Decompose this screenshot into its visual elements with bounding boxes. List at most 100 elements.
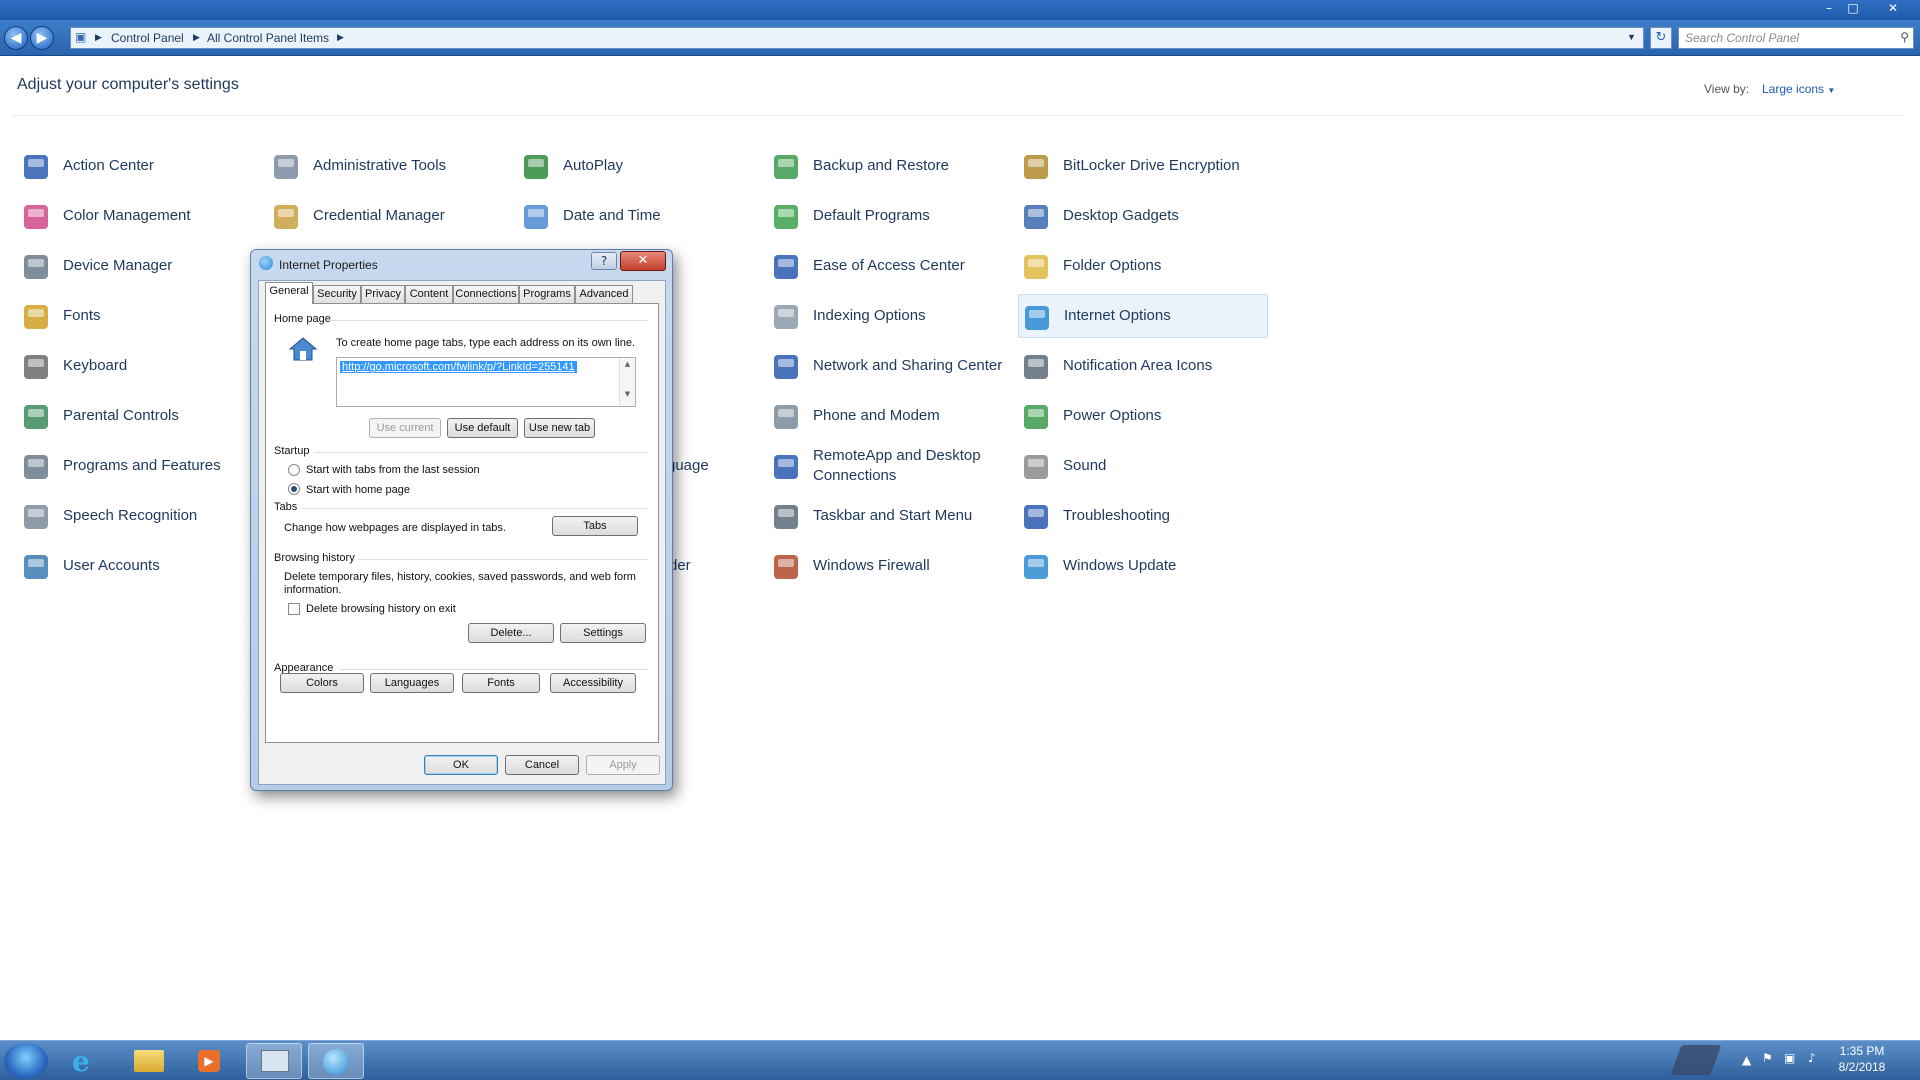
partial-item-label[interactable]: guage [667, 457, 709, 474]
group-divider [358, 559, 648, 560]
address-bar[interactable]: ▣ ▶ Control Panel ▶ All Control Panel It… [70, 27, 1644, 49]
tab-general[interactable]: General [265, 282, 313, 304]
cp-item-windows-firewall[interactable]: Windows Firewall [768, 544, 1018, 588]
cp-item-fonts[interactable]: Fonts [18, 294, 268, 338]
view-by-dropdown[interactable]: Large icons ▼ [1762, 82, 1835, 96]
search-input[interactable]: Search Control Panel ⚲ [1678, 27, 1914, 49]
home-page-textarea[interactable]: http://go.microsoft.com/fwlink/p/?LinkId… [336, 357, 636, 407]
taskbar-media-player[interactable]: ▶ [182, 1043, 238, 1079]
cp-item-date-and-time[interactable]: Date and Time [518, 194, 768, 238]
breadcrumb-control-panel[interactable]: Control Panel [111, 31, 184, 45]
startup-home-page-radio[interactable] [288, 483, 300, 495]
cp-item-action-center[interactable]: Action Center [18, 144, 268, 188]
cp-item-administrative-tools[interactable]: Administrative Tools [268, 144, 518, 188]
use-new-tab-button[interactable]: Use new tab [524, 418, 595, 438]
cp-item-color-management[interactable]: Color Management [18, 194, 268, 238]
network-icon[interactable]: ▣ [1784, 1051, 1795, 1065]
dropdown-arrow-icon[interactable]: ▼ [1627, 32, 1636, 42]
cp-item-speech-recognition[interactable]: Speech Recognition [18, 494, 268, 538]
search-placeholder: Search Control Panel [1685, 31, 1800, 45]
accessibility-button[interactable]: Accessibility [550, 673, 636, 693]
cp-item-credential-manager[interactable]: Credential Manager [268, 194, 518, 238]
cancel-button[interactable]: Cancel [505, 755, 579, 775]
cp-item-internet-options[interactable]: Internet Options [1018, 294, 1268, 338]
startup-last-session-radio[interactable] [288, 464, 300, 476]
tab-connections[interactable]: Connections [453, 285, 519, 303]
taskbar-internet-explorer[interactable]: e [58, 1043, 114, 1079]
calendar-icon [520, 201, 552, 233]
refresh-button[interactable]: ↻ [1650, 27, 1672, 49]
chevron-right-icon[interactable]: ▶ [95, 32, 102, 43]
cp-item-windows-update[interactable]: Windows Update [1018, 544, 1268, 588]
cp-item-programs-and-features[interactable]: Programs and Features [18, 444, 268, 488]
home-page-group-label: Home page [274, 313, 331, 325]
cp-item-backup-and-restore[interactable]: Backup and Restore [768, 144, 1018, 188]
start-button[interactable] [4, 1043, 48, 1079]
device-manager-icon [20, 251, 52, 283]
taskbar-internet-properties[interactable] [308, 1043, 364, 1079]
use-default-button[interactable]: Use default [447, 418, 518, 438]
cp-item-sound[interactable]: Sound [1018, 444, 1268, 488]
cp-item-power-options[interactable]: Power Options [1018, 394, 1268, 438]
textarea-scrollbar[interactable]: ▲ ▼ [619, 358, 635, 406]
languages-button[interactable]: Languages [370, 673, 454, 693]
font-icon [20, 301, 52, 333]
chevron-right-icon[interactable]: ▶ [193, 32, 200, 43]
volume-icon[interactable]: ♪ [1808, 1051, 1816, 1065]
ok-button[interactable]: OK [424, 755, 498, 775]
forward-button[interactable]: ▶ [30, 26, 54, 50]
fonts-button[interactable]: Fonts [462, 673, 540, 693]
cp-item-remoteapp-and-desktop-connections[interactable]: RemoteApp and Desktop Connections [768, 444, 1018, 488]
show-hidden-icons-icon[interactable]: ▲ [1742, 1053, 1751, 1067]
update-icon [1020, 551, 1052, 583]
tabs-settings-button[interactable]: Tabs [552, 516, 638, 536]
tab-programs[interactable]: Programs [519, 285, 575, 303]
search-icon[interactable]: ⚲ [1900, 30, 1909, 44]
colors-button[interactable]: Colors [280, 673, 364, 693]
cp-item-taskbar-and-start-menu[interactable]: Taskbar and Start Menu [768, 494, 1018, 538]
breadcrumb-all-items[interactable]: All Control Panel Items [207, 31, 329, 45]
cp-item-autoplay[interactable]: AutoPlay [518, 144, 768, 188]
cp-item-user-accounts[interactable]: User Accounts [18, 544, 268, 588]
taskbar-explorer[interactable] [122, 1043, 178, 1079]
tab-security[interactable]: Security [313, 285, 361, 303]
delete-history-button[interactable]: Delete... [468, 623, 554, 643]
cp-item-folder-options[interactable]: Folder Options [1018, 244, 1268, 288]
minimize-button[interactable]: – [1818, 1, 1840, 15]
cp-item-keyboard[interactable]: Keyboard [18, 344, 268, 388]
apply-button[interactable]: Apply [586, 755, 660, 775]
history-settings-button[interactable]: Settings [560, 623, 646, 643]
clock-date[interactable]: 8/2/2018 [1826, 1060, 1898, 1074]
group-divider [328, 320, 648, 321]
cp-item-bitlocker-drive-encryption[interactable]: BitLocker Drive Encryption [1018, 144, 1268, 188]
tab-privacy[interactable]: Privacy [361, 285, 405, 303]
startup-last-session-label[interactable]: Start with tabs from the last session [306, 464, 480, 477]
cp-item-ease-of-access-center[interactable]: Ease of Access Center [768, 244, 1018, 288]
cp-item-troubleshooting[interactable]: Troubleshooting [1018, 494, 1268, 538]
cp-item-indexing-options[interactable]: Indexing Options [768, 294, 1018, 338]
chevron-right-icon[interactable]: ▶ [337, 32, 344, 43]
help-button[interactable]: ? [591, 252, 617, 270]
cp-item-network-and-sharing-center[interactable]: Network and Sharing Center [768, 344, 1018, 388]
cp-item-default-programs[interactable]: Default Programs [768, 194, 1018, 238]
maximize-button[interactable]: □ [1842, 1, 1864, 15]
dialog-close-button[interactable]: ✕ [620, 251, 666, 271]
delete-on-exit-checkbox[interactable] [288, 603, 300, 615]
clock-time[interactable]: 1:35 PM [1826, 1044, 1898, 1058]
tab-advanced[interactable]: Advanced [575, 285, 633, 303]
taskbar-control-panel[interactable] [246, 1043, 302, 1079]
cp-item-device-manager[interactable]: Device Manager [18, 244, 268, 288]
tab-content[interactable]: Content [405, 285, 453, 303]
cp-item-notification-area-icons[interactable]: Notification Area Icons [1018, 344, 1268, 388]
action-center-flag-icon[interactable]: ⚑ [1762, 1051, 1773, 1065]
cp-item-label: User Accounts [63, 557, 160, 574]
cp-item-parental-controls[interactable]: Parental Controls [18, 394, 268, 438]
delete-on-exit-label[interactable]: Delete browsing history on exit [306, 603, 456, 616]
cp-item-phone-and-modem[interactable]: Phone and Modem [768, 394, 1018, 438]
internet-explorer-icon: e [72, 1045, 90, 1078]
use-current-button[interactable]: Use current [369, 418, 441, 438]
cp-item-desktop-gadgets[interactable]: Desktop Gadgets [1018, 194, 1268, 238]
back-button[interactable]: ◀ [4, 26, 28, 50]
close-button[interactable]: ✕ [1882, 1, 1904, 15]
startup-home-page-label[interactable]: Start with home page [306, 484, 410, 497]
